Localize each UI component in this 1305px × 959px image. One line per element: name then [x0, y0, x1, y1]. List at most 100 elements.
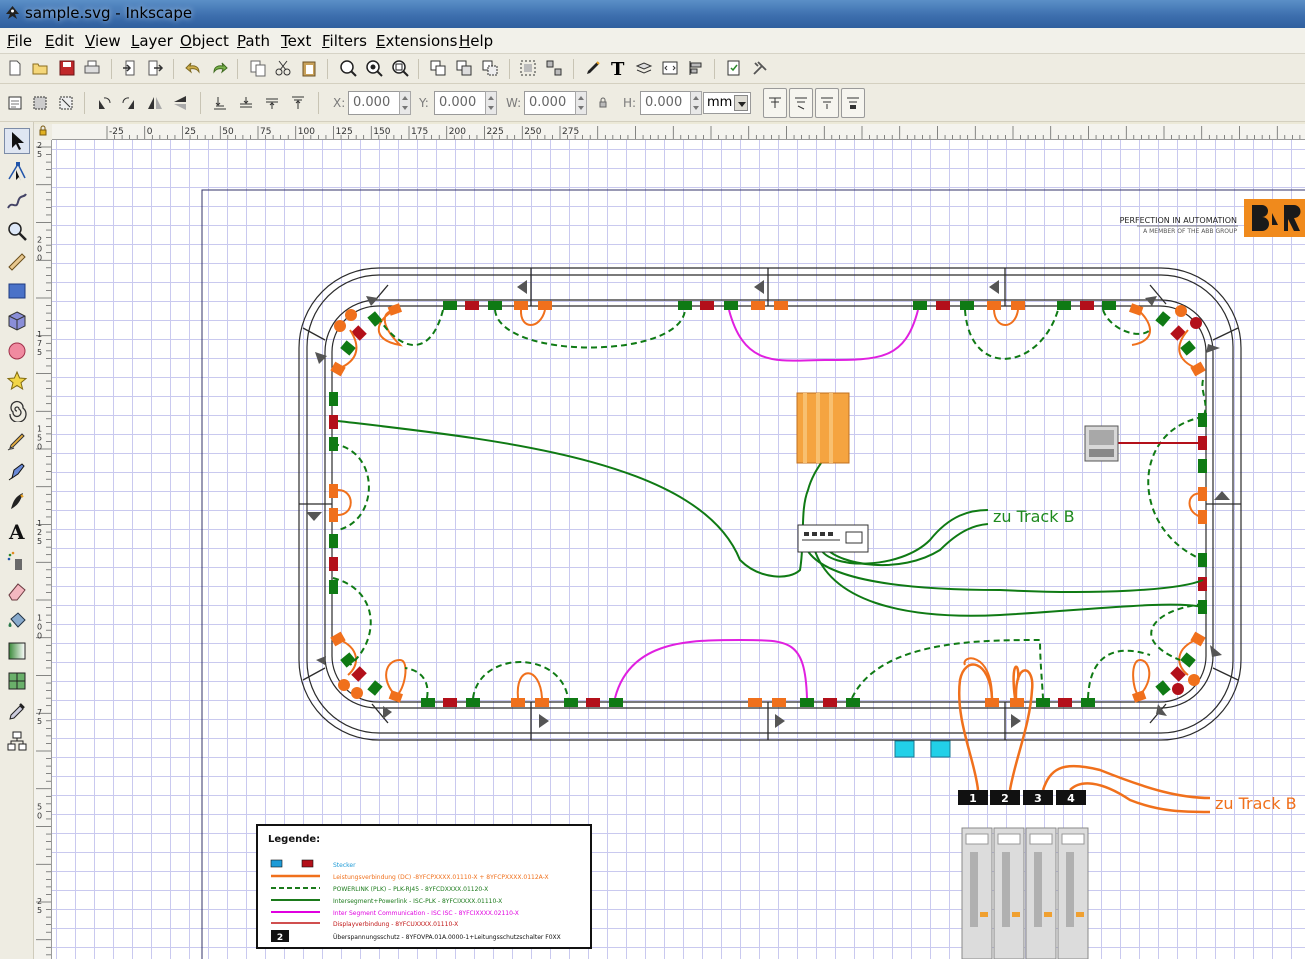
group-icon[interactable]	[518, 58, 538, 78]
track-b-label-orange: zu Track B	[1215, 794, 1297, 813]
lower-to-bottom-icon[interactable]	[210, 93, 230, 113]
rectangle-tool-icon[interactable]	[4, 278, 30, 304]
y-spinner[interactable]	[485, 91, 497, 115]
ungroup-icon[interactable]	[544, 58, 564, 78]
layers-icon[interactable]	[634, 58, 654, 78]
height-field[interactable]: 0.000	[640, 91, 692, 115]
deselect-icon[interactable]	[56, 93, 76, 113]
undo-icon[interactable]	[184, 58, 204, 78]
move-gradients-toggle[interactable]	[815, 88, 839, 118]
menu-extensions[interactable]: Extensions	[376, 32, 457, 50]
menu-edit[interactable]: Edit	[45, 32, 74, 50]
raise-icon[interactable]	[262, 93, 282, 113]
align-distribute-icon[interactable]	[686, 58, 706, 78]
scale-corners-toggle[interactable]	[789, 88, 813, 118]
move-patterns-toggle[interactable]	[841, 88, 865, 118]
lock-proportions-icon[interactable]	[593, 93, 613, 113]
badge-1: 1	[969, 792, 977, 805]
menu-object[interactable]: Object	[180, 32, 229, 50]
spray-tool-icon[interactable]	[4, 548, 30, 574]
raise-to-top-icon[interactable]	[288, 93, 308, 113]
node-tool-icon[interactable]	[4, 158, 30, 184]
x-coordinate-field[interactable]: 0.000	[348, 91, 400, 115]
preferences-icon[interactable]	[750, 58, 770, 78]
cut-icon[interactable]	[273, 58, 293, 78]
save-icon[interactable]	[57, 58, 77, 78]
print-icon[interactable]	[82, 58, 102, 78]
pen-tool-icon[interactable]	[4, 458, 30, 484]
unlink-clone-icon[interactable]	[480, 58, 500, 78]
height-spinner[interactable]	[690, 91, 702, 115]
toolbar-separator	[237, 59, 238, 79]
vertical-ruler[interactable]: 25 200 175 150 125 100 75 50 25	[34, 140, 52, 959]
h-label: H:	[623, 96, 637, 110]
import-icon[interactable]	[120, 58, 140, 78]
text-tool-icon[interactable]: A	[4, 518, 30, 544]
select-all-icon[interactable]	[5, 93, 25, 113]
unit-select[interactable]: mm	[703, 92, 751, 114]
zoom-drawing-icon[interactable]	[364, 58, 384, 78]
duplicate-icon[interactable]	[428, 58, 448, 78]
star-tool-icon[interactable]	[4, 368, 30, 394]
paint-bucket-tool-icon[interactable]	[4, 608, 30, 634]
ruler-label: 75	[260, 127, 271, 137]
document-properties-icon[interactable]	[724, 58, 744, 78]
flip-horizontal-icon[interactable]	[145, 93, 165, 113]
menu-file[interactable]: File	[7, 32, 32, 50]
mesh-tool-icon[interactable]	[4, 668, 30, 694]
rotate-cw-icon[interactable]	[119, 93, 139, 113]
flip-vertical-icon[interactable]	[170, 93, 190, 113]
zoom-tool-icon[interactable]	[4, 218, 30, 244]
tweak-tool-icon[interactable]	[4, 188, 30, 214]
eraser-tool-icon[interactable]	[4, 578, 30, 604]
horizontal-ruler[interactable]: -25 0 25 50 75 100 125 150 175 200 225 250 275	[52, 124, 1305, 140]
fill-stroke-icon[interactable]	[583, 58, 603, 78]
calligraphy-tool-icon[interactable]	[4, 488, 30, 514]
lower-icon[interactable]	[236, 93, 256, 113]
zoom-selection-icon[interactable]	[338, 58, 358, 78]
connectors-top	[443, 301, 1116, 310]
menu-path[interactable]: Path	[237, 32, 270, 50]
logo-tagline: PERFECTION IN AUTOMATION	[1120, 216, 1237, 225]
x-spinner[interactable]	[399, 91, 411, 115]
text-font-icon[interactable]: T	[608, 58, 628, 78]
badge-3: 3	[1034, 792, 1042, 805]
menu-layer[interactable]: Layer	[131, 32, 173, 50]
selector-tool-icon[interactable]	[4, 128, 30, 154]
copy-icon[interactable]	[248, 58, 268, 78]
rotate-ccw-icon[interactable]	[94, 93, 114, 113]
inkscape-app-icon[interactable]	[4, 5, 21, 22]
connector-tool-icon[interactable]	[4, 728, 30, 754]
toolbar-separator	[173, 59, 174, 79]
clone-icon[interactable]	[454, 58, 474, 78]
new-document-icon[interactable]	[5, 58, 25, 78]
drawing-canvas[interactable]: PERFECTION IN AUTOMATION A MEMBER OF THE…	[52, 140, 1305, 959]
menu-view[interactable]: View	[85, 32, 121, 50]
spiral-tool-icon[interactable]	[4, 398, 30, 424]
3d-box-tool-icon[interactable]	[4, 308, 30, 334]
menu-filters[interactable]: Filters	[322, 32, 367, 50]
ruler-label: 100	[298, 127, 315, 137]
width-spinner[interactable]	[575, 91, 587, 115]
export-icon[interactable]	[145, 58, 165, 78]
gradient-tool-icon[interactable]	[4, 638, 30, 664]
redo-icon[interactable]	[209, 58, 229, 78]
measure-tool-icon[interactable]	[4, 248, 30, 274]
scale-stroke-toggle[interactable]	[763, 88, 787, 118]
ellipse-tool-icon[interactable]	[4, 338, 30, 364]
pencil-tool-icon[interactable]	[4, 428, 30, 454]
dropper-tool-icon[interactable]	[4, 698, 30, 724]
segment-dividers	[299, 268, 1241, 740]
menu-help[interactable]: Help	[459, 32, 493, 50]
width-field[interactable]: 0.000	[524, 91, 576, 115]
connectors-corners	[330, 303, 1206, 703]
xml-editor-icon[interactable]	[660, 58, 680, 78]
y-coordinate-field[interactable]: 0.000	[434, 91, 486, 115]
paste-icon[interactable]	[299, 58, 319, 78]
zoom-page-icon[interactable]	[390, 58, 410, 78]
menu-text[interactable]: Text	[281, 32, 311, 50]
select-all-layers-icon[interactable]	[30, 93, 50, 113]
open-icon[interactable]	[30, 58, 50, 78]
window-title: sample.svg - Inkscape	[25, 4, 193, 22]
direction-arrows	[306, 280, 1230, 728]
